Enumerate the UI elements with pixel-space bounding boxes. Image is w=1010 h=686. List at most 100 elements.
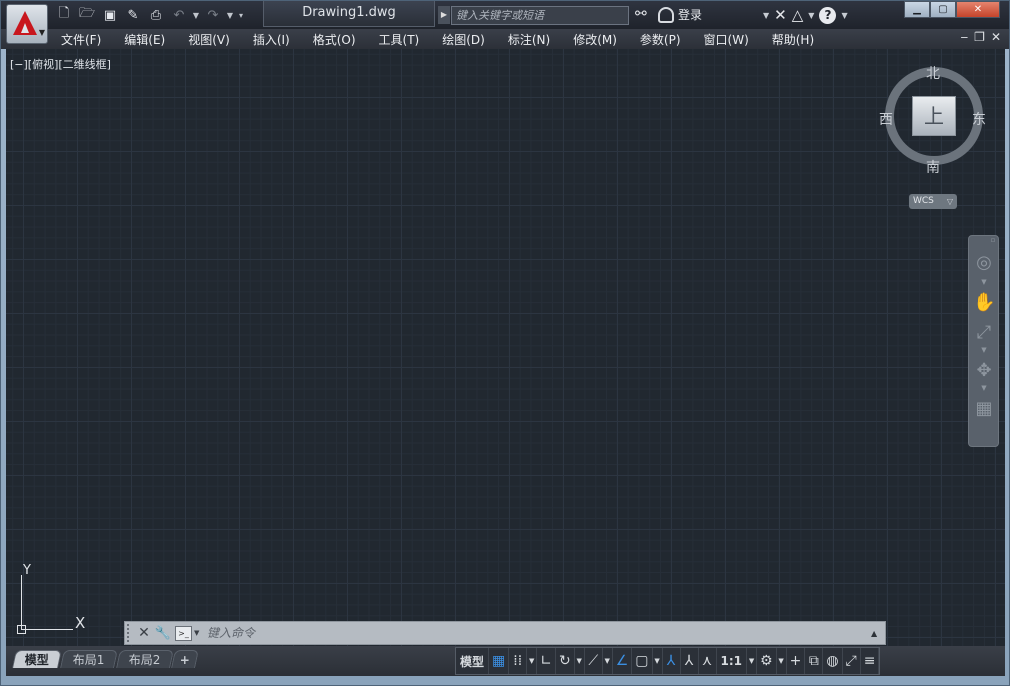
customize-qat-icon[interactable]: ▾ xyxy=(236,5,246,25)
command-line-grip[interactable] xyxy=(127,624,135,642)
zoom-dropdown-icon[interactable]: ▼ xyxy=(973,346,995,354)
command-close-icon[interactable]: ✕ xyxy=(135,625,153,641)
compass-north[interactable]: 北 xyxy=(926,63,940,83)
menu-view[interactable]: 视图(V) xyxy=(188,31,230,48)
isolate-objects-icon[interactable]: ◍ xyxy=(823,648,843,674)
pan-hand-icon[interactable]: ✋ xyxy=(973,292,995,313)
navbar-close-icon[interactable]: ▫ xyxy=(989,236,997,244)
polar-dropdown-icon[interactable]: ▼ xyxy=(575,648,585,674)
snap-icon[interactable]: ⁞⁞ xyxy=(509,648,528,674)
open-icon[interactable]: 🗁 xyxy=(76,5,98,25)
menu-tools[interactable]: 工具(T) xyxy=(379,31,420,48)
object-snap-icon[interactable]: ▢ xyxy=(632,648,653,674)
login-dropdown-icon[interactable]: ▼ xyxy=(763,11,769,20)
customization-menu-icon[interactable]: ≡ xyxy=(861,648,880,674)
units-icon[interactable]: ⧉ xyxy=(805,648,824,674)
a360-dropdown-icon[interactable]: ▼ xyxy=(808,11,814,20)
orbit-icon[interactable]: ✥ xyxy=(973,360,995,381)
isodraft-dropdown-icon[interactable]: ▼ xyxy=(603,648,613,674)
tab-model[interactable]: 模型 xyxy=(12,650,62,668)
add-layout-button[interactable]: + xyxy=(171,650,200,668)
help-button[interactable]: ? xyxy=(819,6,837,24)
zoom-extents-icon[interactable]: ⤢ xyxy=(973,322,995,343)
isodraft-icon[interactable]: ⟋ xyxy=(585,648,603,674)
undo-icon[interactable]: ↶ xyxy=(168,5,190,25)
user-icon xyxy=(658,6,674,23)
command-settings-wrench-icon[interactable]: 🔧 xyxy=(153,626,173,641)
ucs-y-label: Y xyxy=(23,563,31,578)
doc-close-button[interactable]: ✕ xyxy=(991,30,1001,44)
object-snap-tracking-icon[interactable]: ∠ xyxy=(613,648,633,674)
wcs-menu-button[interactable]: WCS xyxy=(909,194,957,209)
compass-west[interactable]: 西 xyxy=(879,109,893,129)
login-button[interactable]: 登录 xyxy=(658,6,702,23)
menu-edit[interactable]: 编辑(E) xyxy=(124,31,165,48)
steering-wheel-icon[interactable]: ◎ xyxy=(973,252,995,273)
print-icon[interactable]: ⎙ xyxy=(145,5,167,25)
login-label: 登录 xyxy=(678,8,703,22)
model-space-button[interactable]: 模型 xyxy=(456,648,490,674)
save-icon[interactable]: ▣ xyxy=(99,5,121,25)
new-icon[interactable]: 🗋 xyxy=(53,5,75,25)
search-input[interactable] xyxy=(451,6,629,25)
object-snap-dropdown-icon[interactable]: ▼ xyxy=(653,648,663,674)
search-expand-icon[interactable]: ▶ xyxy=(438,6,450,24)
help-dropdown-icon[interactable]: ▼ xyxy=(841,11,847,20)
viewcube-top-face[interactable]: 上 xyxy=(912,96,956,136)
app-menu-caret-icon: ▼ xyxy=(38,28,45,37)
menu-modify[interactable]: 修改(M) xyxy=(573,31,617,48)
doc-minimize-button[interactable]: ‒ xyxy=(961,30,969,44)
close-button[interactable]: ✕ xyxy=(956,1,1000,18)
polar-tracking-icon[interactable]: ↻ xyxy=(556,648,575,674)
redo-dropdown-icon[interactable]: ▼ xyxy=(225,5,235,25)
binoculars-icon[interactable]: ⚯ xyxy=(635,6,647,22)
workspace-dropdown-icon[interactable]: ▼ xyxy=(777,648,787,674)
tab-layout2[interactable]: 布局2 xyxy=(115,650,174,668)
exchange-icon[interactable]: ✕ xyxy=(774,6,787,24)
command-prompt-button[interactable]: >_ ▼ xyxy=(175,624,203,642)
add-layout-label: + xyxy=(180,653,191,667)
auto-scale-icon[interactable]: ⅄ xyxy=(681,648,699,674)
window-controls: ▁ ▢ ✕ xyxy=(904,1,1000,18)
compass-east[interactable]: 东 xyxy=(972,109,986,129)
showmotion-icon[interactable]: ▦ xyxy=(973,398,995,419)
saveas-icon[interactable]: ✎ xyxy=(122,5,144,25)
ortho-icon[interactable]: ∟ xyxy=(537,648,556,674)
annotation-monitor-icon[interactable]: + xyxy=(787,648,806,674)
grid-icon[interactable]: ▦ xyxy=(489,648,510,674)
menu-file[interactable]: 文件(F) xyxy=(61,31,101,48)
a360-icon[interactable]: △ xyxy=(792,6,804,24)
menu-format[interactable]: 格式(O) xyxy=(313,31,356,48)
compass-south[interactable]: 南 xyxy=(926,157,940,177)
menu-draw[interactable]: 绘图(D) xyxy=(442,31,485,48)
menu-window[interactable]: 窗口(W) xyxy=(704,31,749,48)
workspace-gear-icon[interactable]: ⚙ xyxy=(757,648,777,674)
prompt-dropdown-icon: ▼ xyxy=(194,629,200,637)
annotation-scale-icon[interactable]: ⋏ xyxy=(699,648,717,674)
document-tab[interactable]: Drawing1.dwg xyxy=(263,1,435,27)
scale-dropdown-icon[interactable]: ▼ xyxy=(747,648,758,674)
menu-insert[interactable]: 插入(I) xyxy=(253,31,290,48)
minimize-button[interactable]: ▁ xyxy=(904,1,930,18)
ucs-x-label: X xyxy=(75,614,86,632)
menu-parametric[interactable]: 参数(P) xyxy=(640,31,681,48)
application-menu-button[interactable]: ▼ xyxy=(6,4,48,44)
undo-dropdown-icon[interactable]: ▼ xyxy=(191,5,201,25)
menu-dimension[interactable]: 标注(N) xyxy=(508,31,550,48)
tab-layout1[interactable]: 布局1 xyxy=(60,650,118,668)
annotation-visibility-icon[interactable]: ⅄ xyxy=(663,648,681,674)
command-input[interactable] xyxy=(203,623,871,643)
snap-dropdown-icon[interactable]: ▼ xyxy=(527,648,538,674)
drawing-canvas[interactable]: [−][俯视][二维线框] 上 北 南 东 西 WCS ▫ ◎ ▼ ✋ ⤢ ▼ … xyxy=(6,49,1005,646)
viewport-controls-label[interactable]: [−][俯视][二维线框] xyxy=(10,56,111,72)
redo-icon[interactable]: ↷ xyxy=(202,5,224,25)
orbit-dropdown-icon[interactable]: ▼ xyxy=(973,384,995,392)
steering-wheel-dropdown-icon[interactable]: ▼ xyxy=(973,278,995,286)
annotation-scale-value[interactable]: 1:1 xyxy=(717,648,748,674)
doc-restore-button[interactable]: ❐ xyxy=(974,30,985,44)
clean-screen-icon[interactable]: ⤢ xyxy=(843,648,861,674)
command-line: ✕ 🔧 >_ ▼ ▲ xyxy=(124,621,886,645)
menu-help[interactable]: 帮助(H) xyxy=(772,31,814,48)
restore-button[interactable]: ▢ xyxy=(930,1,956,18)
command-history-up-icon[interactable]: ▲ xyxy=(871,629,885,638)
